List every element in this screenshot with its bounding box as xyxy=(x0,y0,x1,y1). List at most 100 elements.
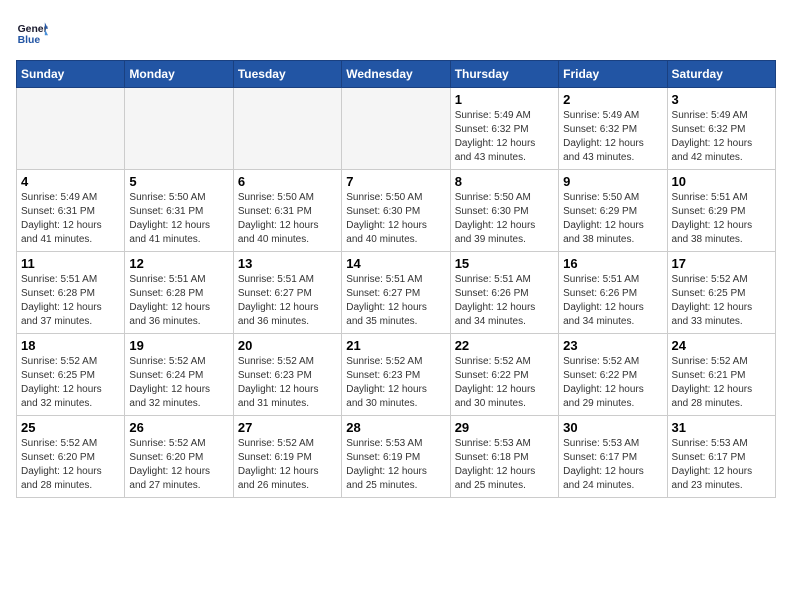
day-info: Sunrise: 5:52 AM Sunset: 6:25 PM Dayligh… xyxy=(21,355,120,411)
calendar-week-row: 4 Sunrise: 5:49 AM Sunset: 6:31 PM Daylig… xyxy=(17,170,776,252)
day-info: Sunrise: 5:49 AM Sunset: 6:32 PM Dayligh… xyxy=(672,109,771,165)
day-info: Sunrise: 5:50 AM Sunset: 6:30 PM Dayligh… xyxy=(455,191,554,247)
calendar-cell: 20Sunrise: 5:52 AM Sunset: 6:23 PM Dayli… xyxy=(233,334,341,416)
calendar-cell: 22 Sunrise: 5:52 AM Sunset: 6:22 PM Dayli… xyxy=(450,334,558,416)
day-header-thursday: Thursday xyxy=(450,61,558,88)
day-info: Sunrise: 5:52 AM Sunset: 6:22 PM Dayligh… xyxy=(563,355,662,411)
day-info: Sunrise: 5:50 AM Sunset: 6:31 PM Dayligh… xyxy=(129,191,228,247)
calendar-cell xyxy=(233,88,341,170)
calendar-cell: 24Sunrise: 5:52 AM Sunset: 6:21 PM Dayli… xyxy=(667,334,775,416)
logo: General Blue xyxy=(16,16,52,48)
day-info: Sunrise: 5:53 AM Sunset: 6:17 PM Dayligh… xyxy=(672,437,771,493)
day-header-sunday: Sunday xyxy=(17,61,125,88)
day-number: 24 xyxy=(672,338,771,353)
day-info: Sunrise: 5:52 AM Sunset: 6:20 PM Dayligh… xyxy=(21,437,120,493)
calendar-cell: 10Sunrise: 5:51 AM Sunset: 6:29 PM Dayli… xyxy=(667,170,775,252)
calendar-cell: 17 Sunrise: 5:52 AM Sunset: 6:25 PM Dayli… xyxy=(667,252,775,334)
calendar-week-row: 11 Sunrise: 5:51 AM Sunset: 6:28 PM Dayli… xyxy=(17,252,776,334)
calendar-cell: 5 Sunrise: 5:50 AM Sunset: 6:31 PM Daylig… xyxy=(125,170,233,252)
calendar-header-row: SundayMondayTuesdayWednesdayThursdayFrid… xyxy=(17,61,776,88)
day-number: 28 xyxy=(346,420,445,435)
day-number: 3 xyxy=(672,92,771,107)
day-number: 17 xyxy=(672,256,771,271)
logo-icon: General Blue xyxy=(16,16,48,48)
day-number: 13 xyxy=(238,256,337,271)
day-number: 31 xyxy=(672,420,771,435)
day-number: 6 xyxy=(238,174,337,189)
day-header-saturday: Saturday xyxy=(667,61,775,88)
day-number: 8 xyxy=(455,174,554,189)
day-info: Sunrise: 5:51 AM Sunset: 6:27 PM Dayligh… xyxy=(238,273,337,329)
day-number: 12 xyxy=(129,256,228,271)
calendar-week-row: 18Sunrise: 5:52 AM Sunset: 6:25 PM Dayli… xyxy=(17,334,776,416)
day-info: Sunrise: 5:49 AM Sunset: 6:32 PM Dayligh… xyxy=(563,109,662,165)
day-number: 7 xyxy=(346,174,445,189)
day-header-tuesday: Tuesday xyxy=(233,61,341,88)
calendar-cell: 28 Sunrise: 5:53 AM Sunset: 6:19 PM Dayli… xyxy=(342,416,450,498)
calendar-cell: 6 Sunrise: 5:50 AM Sunset: 6:31 PM Daylig… xyxy=(233,170,341,252)
calendar-cell: 19Sunrise: 5:52 AM Sunset: 6:24 PM Dayli… xyxy=(125,334,233,416)
calendar-cell: 21Sunrise: 5:52 AM Sunset: 6:23 PM Dayli… xyxy=(342,334,450,416)
calendar-cell: 31 Sunrise: 5:53 AM Sunset: 6:17 PM Dayli… xyxy=(667,416,775,498)
calendar-cell: 26Sunrise: 5:52 AM Sunset: 6:20 PM Dayli… xyxy=(125,416,233,498)
day-number: 29 xyxy=(455,420,554,435)
day-info: Sunrise: 5:52 AM Sunset: 6:23 PM Dayligh… xyxy=(346,355,445,411)
calendar-cell: 27 Sunrise: 5:52 AM Sunset: 6:19 PM Dayli… xyxy=(233,416,341,498)
day-info: Sunrise: 5:52 AM Sunset: 6:19 PM Dayligh… xyxy=(238,437,337,493)
calendar-cell xyxy=(342,88,450,170)
day-number: 14 xyxy=(346,256,445,271)
calendar-cell: 14 Sunrise: 5:51 AM Sunset: 6:27 PM Dayli… xyxy=(342,252,450,334)
day-info: Sunrise: 5:53 AM Sunset: 6:19 PM Dayligh… xyxy=(346,437,445,493)
day-header-friday: Friday xyxy=(559,61,667,88)
calendar-cell: 29Sunrise: 5:53 AM Sunset: 6:18 PM Dayli… xyxy=(450,416,558,498)
day-info: Sunrise: 5:50 AM Sunset: 6:29 PM Dayligh… xyxy=(563,191,662,247)
calendar-cell: 30Sunrise: 5:53 AM Sunset: 6:17 PM Dayli… xyxy=(559,416,667,498)
day-info: Sunrise: 5:51 AM Sunset: 6:29 PM Dayligh… xyxy=(672,191,771,247)
day-info: Sunrise: 5:52 AM Sunset: 6:23 PM Dayligh… xyxy=(238,355,337,411)
day-number: 16 xyxy=(563,256,662,271)
calendar-cell: 11 Sunrise: 5:51 AM Sunset: 6:28 PM Dayli… xyxy=(17,252,125,334)
day-header-monday: Monday xyxy=(125,61,233,88)
day-info: Sunrise: 5:52 AM Sunset: 6:25 PM Dayligh… xyxy=(672,273,771,329)
calendar-cell xyxy=(17,88,125,170)
calendar-cell xyxy=(125,88,233,170)
day-number: 2 xyxy=(563,92,662,107)
day-info: Sunrise: 5:52 AM Sunset: 6:22 PM Dayligh… xyxy=(455,355,554,411)
day-number: 23 xyxy=(563,338,662,353)
day-info: Sunrise: 5:49 AM Sunset: 6:31 PM Dayligh… xyxy=(21,191,120,247)
svg-text:General: General xyxy=(18,24,48,35)
day-number: 1 xyxy=(455,92,554,107)
day-info: Sunrise: 5:52 AM Sunset: 6:24 PM Dayligh… xyxy=(129,355,228,411)
day-number: 4 xyxy=(21,174,120,189)
day-info: Sunrise: 5:51 AM Sunset: 6:28 PM Dayligh… xyxy=(21,273,120,329)
calendar-cell: 2 Sunrise: 5:49 AM Sunset: 6:32 PM Daylig… xyxy=(559,88,667,170)
calendar-cell: 18Sunrise: 5:52 AM Sunset: 6:25 PM Dayli… xyxy=(17,334,125,416)
day-number: 27 xyxy=(238,420,337,435)
day-header-wednesday: Wednesday xyxy=(342,61,450,88)
day-info: Sunrise: 5:51 AM Sunset: 6:26 PM Dayligh… xyxy=(455,273,554,329)
page-header: General Blue xyxy=(16,16,776,48)
day-info: Sunrise: 5:51 AM Sunset: 6:26 PM Dayligh… xyxy=(563,273,662,329)
day-info: Sunrise: 5:50 AM Sunset: 6:31 PM Dayligh… xyxy=(238,191,337,247)
calendar-week-row: 1 Sunrise: 5:49 AM Sunset: 6:32 PM Daylig… xyxy=(17,88,776,170)
calendar-cell: 8 Sunrise: 5:50 AM Sunset: 6:30 PM Daylig… xyxy=(450,170,558,252)
day-number: 11 xyxy=(21,256,120,271)
day-number: 9 xyxy=(563,174,662,189)
svg-text:Blue: Blue xyxy=(18,35,41,46)
day-number: 15 xyxy=(455,256,554,271)
day-number: 5 xyxy=(129,174,228,189)
day-number: 30 xyxy=(563,420,662,435)
calendar-cell: 3 Sunrise: 5:49 AM Sunset: 6:32 PM Daylig… xyxy=(667,88,775,170)
day-info: Sunrise: 5:49 AM Sunset: 6:32 PM Dayligh… xyxy=(455,109,554,165)
day-info: Sunrise: 5:51 AM Sunset: 6:28 PM Dayligh… xyxy=(129,273,228,329)
calendar-cell: 16 Sunrise: 5:51 AM Sunset: 6:26 PM Dayli… xyxy=(559,252,667,334)
calendar-cell: 23 Sunrise: 5:52 AM Sunset: 6:22 PM Dayli… xyxy=(559,334,667,416)
day-number: 25 xyxy=(21,420,120,435)
day-number: 22 xyxy=(455,338,554,353)
day-info: Sunrise: 5:51 AM Sunset: 6:27 PM Dayligh… xyxy=(346,273,445,329)
calendar-cell: 7 Sunrise: 5:50 AM Sunset: 6:30 PM Daylig… xyxy=(342,170,450,252)
calendar-cell: 25 Sunrise: 5:52 AM Sunset: 6:20 PM Dayli… xyxy=(17,416,125,498)
day-info: Sunrise: 5:50 AM Sunset: 6:30 PM Dayligh… xyxy=(346,191,445,247)
calendar-week-row: 25 Sunrise: 5:52 AM Sunset: 6:20 PM Dayli… xyxy=(17,416,776,498)
calendar-cell: 4 Sunrise: 5:49 AM Sunset: 6:31 PM Daylig… xyxy=(17,170,125,252)
